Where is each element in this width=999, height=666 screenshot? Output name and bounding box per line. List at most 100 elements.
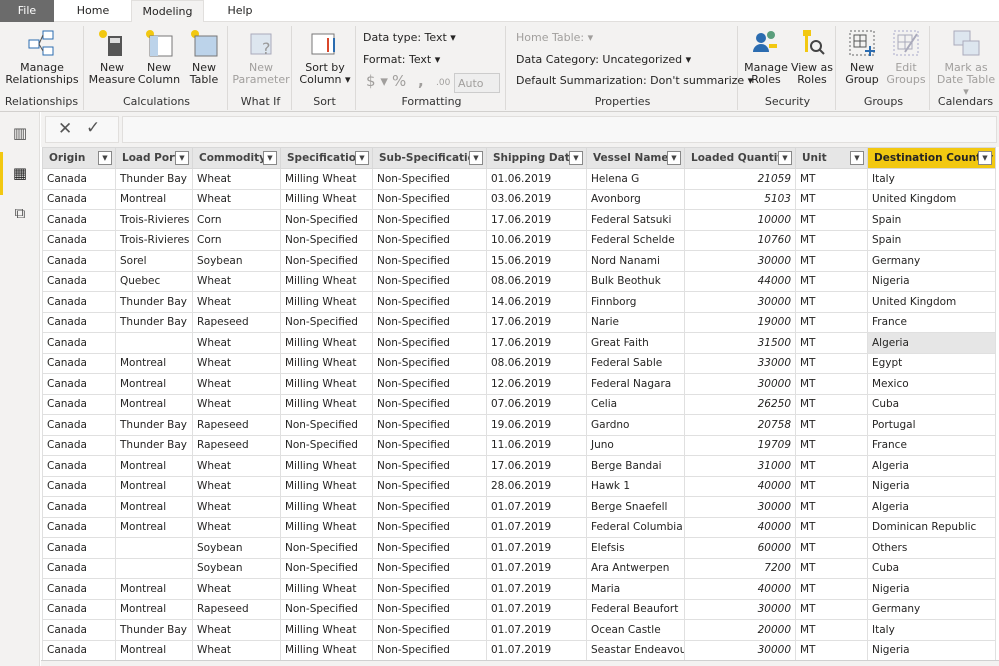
table-cell[interactable]: Montreal (115, 475, 193, 497)
table-cell[interactable]: Canada (42, 639, 116, 661)
table-cell[interactable]: Non-Specified (372, 311, 487, 333)
table-cell[interactable]: Non-Specified (372, 291, 487, 313)
comma-button[interactable]: , (418, 72, 424, 90)
table-cell[interactable]: Great Faith (586, 332, 685, 354)
table-cell[interactable]: 10.06.2019 (486, 229, 587, 251)
table-cell[interactable]: Non-Specified (372, 270, 487, 292)
table-cell[interactable]: United Kingdom (867, 188, 996, 210)
table-cell[interactable]: Wheat (192, 188, 281, 210)
table-cell[interactable]: Canada (42, 270, 116, 292)
table-cell[interactable]: Gardno (586, 414, 685, 436)
decimal-places-input[interactable]: Auto (454, 73, 500, 93)
table-cell[interactable]: France (867, 434, 996, 456)
table-cell[interactable]: MT (795, 639, 868, 661)
cancel-icon[interactable]: ✕ (58, 119, 72, 139)
table-cell[interactable]: Non-Specified (372, 578, 487, 600)
table-cell[interactable]: Bulk Beothuk (586, 270, 685, 292)
table-cell[interactable]: Canada (42, 434, 116, 456)
table-cell[interactable]: Milling Wheat (280, 270, 373, 292)
table-cell[interactable]: Maria (586, 578, 685, 600)
table-cell[interactable]: Nigeria (867, 639, 996, 661)
new-table-button[interactable]: New Table (182, 28, 226, 86)
table-cell[interactable]: MT (795, 619, 868, 641)
table-cell[interactable]: 26250 (684, 393, 796, 415)
table-cell[interactable]: Milling Wheat (280, 291, 373, 313)
table-cell[interactable]: 19709 (684, 434, 796, 456)
table-cell[interactable]: Wheat (192, 496, 281, 518)
table-cell[interactable]: MT (795, 557, 868, 579)
table-cell[interactable]: 40000 (684, 578, 796, 600)
table-cell[interactable]: Italy (867, 168, 996, 190)
table-cell[interactable]: Cuba (867, 557, 996, 579)
table-cell[interactable]: Canada (42, 209, 116, 231)
table-cell[interactable]: MT (795, 598, 868, 620)
table-cell[interactable]: Rapeseed (192, 311, 281, 333)
filter-dropdown-icon[interactable]: ▼ (469, 151, 483, 165)
column-header[interactable]: Origin ▼ (42, 147, 116, 169)
table-cell[interactable] (115, 537, 193, 559)
table-cell[interactable]: MT (795, 291, 868, 313)
table-cell[interactable]: Milling Wheat (280, 639, 373, 661)
table-cell[interactable]: Berge Bandai (586, 455, 685, 477)
table-cell[interactable]: Canada (42, 168, 116, 190)
table-cell[interactable]: Quebec (115, 270, 193, 292)
table-cell[interactable]: 01.07.2019 (486, 557, 587, 579)
table-cell[interactable]: 01.07.2019 (486, 537, 587, 559)
new-parameter-button[interactable]: ? New Parameter (232, 28, 290, 86)
table-cell[interactable]: MT (795, 455, 868, 477)
table-cell[interactable]: Celia (586, 393, 685, 415)
new-measure-button[interactable]: New Measure (88, 28, 136, 86)
table-cell[interactable]: Soybean (192, 537, 281, 559)
column-header[interactable]: Commodity ▼ (192, 147, 281, 169)
filter-dropdown-icon[interactable]: ▼ (175, 151, 189, 165)
table-cell[interactable]: 10760 (684, 229, 796, 251)
table-cell[interactable]: Non-Specified (372, 168, 487, 190)
table-cell[interactable]: Canada (42, 475, 116, 497)
table-cell[interactable]: 30000 (684, 639, 796, 661)
table-cell[interactable]: Wheat (192, 270, 281, 292)
table-cell[interactable]: MT (795, 496, 868, 518)
table-cell[interactable]: Non-Specified (280, 414, 373, 436)
table-cell[interactable]: Spain (867, 229, 996, 251)
table-cell[interactable]: MT (795, 311, 868, 333)
table-cell[interactable]: 30000 (684, 250, 796, 272)
table-cell[interactable]: Milling Wheat (280, 619, 373, 641)
table-cell[interactable]: Wheat (192, 639, 281, 661)
table-cell[interactable]: Montreal (115, 188, 193, 210)
table-cell[interactable]: Italy (867, 619, 996, 641)
table-cell[interactable]: Montreal (115, 496, 193, 518)
table-cell[interactable]: Montreal (115, 352, 193, 374)
table-cell[interactable]: Wheat (192, 393, 281, 415)
table-cell[interactable]: Thunder Bay (115, 291, 193, 313)
data-type-dropdown[interactable]: Data type: Text ▾ (363, 31, 456, 44)
table-cell[interactable]: Rapeseed (192, 598, 281, 620)
table-cell[interactable]: 01.07.2019 (486, 516, 587, 538)
table-cell[interactable]: 01.07.2019 (486, 639, 587, 661)
table-cell[interactable]: Non-Specified (372, 434, 487, 456)
table-cell[interactable]: Berge Snaefell (586, 496, 685, 518)
table-cell[interactable]: Montreal (115, 393, 193, 415)
table-cell[interactable]: Germany (867, 598, 996, 620)
table-cell[interactable]: 17.06.2019 (486, 332, 587, 354)
table-cell[interactable]: Non-Specified (372, 496, 487, 518)
table-cell[interactable]: 01.07.2019 (486, 619, 587, 641)
home-table-dropdown[interactable]: Home Table: ▾ (516, 31, 593, 44)
table-cell[interactable]: Soybean (192, 250, 281, 272)
table-cell[interactable]: Non-Specified (280, 557, 373, 579)
table-cell[interactable]: Milling Wheat (280, 188, 373, 210)
table-cell[interactable]: 7200 (684, 557, 796, 579)
table-cell[interactable]: Milling Wheat (280, 332, 373, 354)
table-cell[interactable]: Milling Wheat (280, 455, 373, 477)
table-cell[interactable]: Algeria (867, 496, 996, 518)
table-cell[interactable]: Montreal (115, 639, 193, 661)
table-cell[interactable]: MT (795, 414, 868, 436)
table-cell[interactable]: United Kingdom (867, 291, 996, 313)
table-cell[interactable]: Milling Wheat (280, 168, 373, 190)
table-cell[interactable]: 01.07.2019 (486, 496, 587, 518)
table-cell[interactable]: Avonborg (586, 188, 685, 210)
decimals-button[interactable]: .00 (436, 78, 450, 88)
percent-button[interactable]: % (392, 72, 406, 90)
table-cell[interactable]: Non-Specified (280, 250, 373, 272)
table-cell[interactable]: 31500 (684, 332, 796, 354)
formula-input[interactable] (122, 116, 997, 143)
